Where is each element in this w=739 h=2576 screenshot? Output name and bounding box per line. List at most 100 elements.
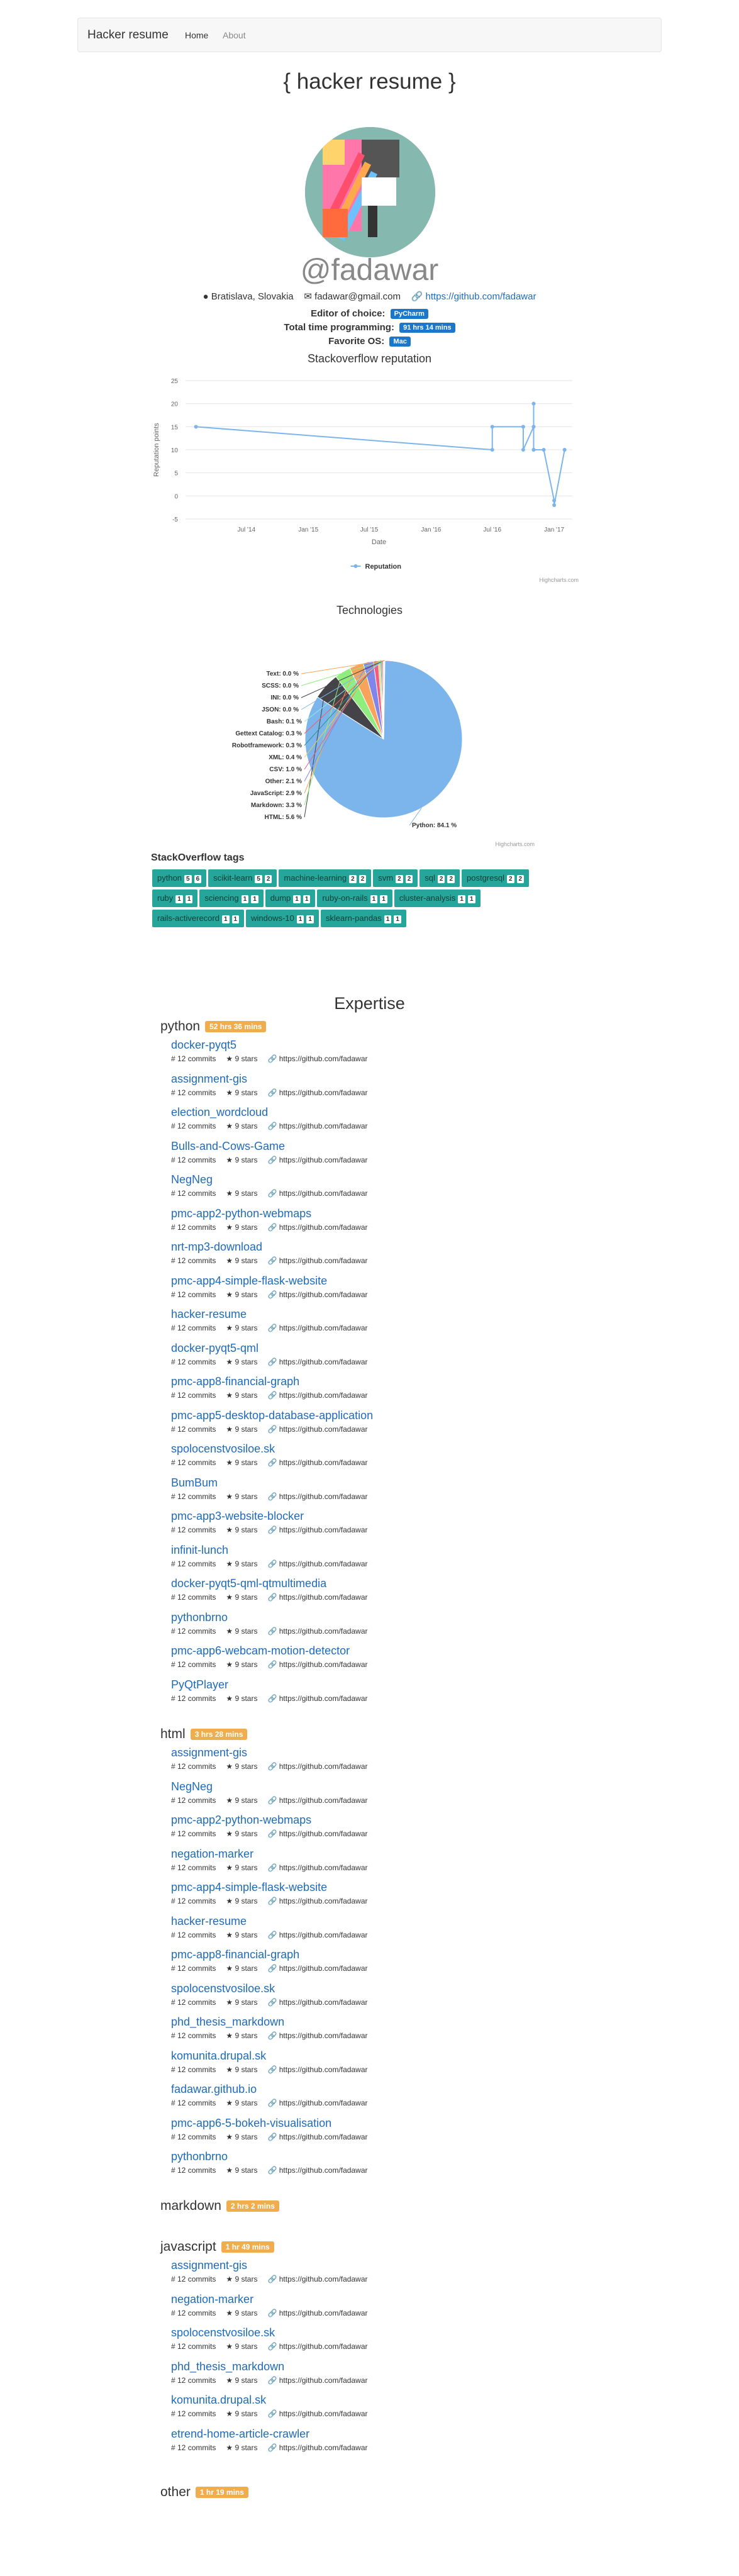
repo-url[interactable]: 🔗 https://github.com/fadawar [267, 1492, 367, 1501]
repo-url[interactable]: 🔗 https://github.com/fadawar [267, 1694, 367, 1703]
repo-url[interactable]: 🔗 https://github.com/fadawar [267, 1762, 367, 1771]
repo-url[interactable]: 🔗 https://github.com/fadawar [267, 1189, 367, 1198]
github-link[interactable]: https://github.com/fadawar [426, 291, 536, 302]
project-link[interactable]: pmc-app3-website-blocker [171, 1509, 378, 1523]
repo-url[interactable]: 🔗 https://github.com/fadawar [267, 2376, 367, 2385]
repo-url[interactable]: 🔗 https://github.com/fadawar [267, 1088, 367, 1097]
repo-url[interactable]: 🔗 https://github.com/fadawar [267, 1290, 367, 1299]
repo-url[interactable]: 🔗 https://github.com/fadawar [267, 2342, 367, 2351]
project-link[interactable]: BumBum [171, 1476, 378, 1490]
so-tag[interactable]: cluster-analysis 1 1 [394, 889, 481, 907]
project-link[interactable]: nrt-mp3-download [171, 1240, 378, 1254]
so-tag[interactable]: sql 2 2 [420, 869, 460, 887]
project-link[interactable]: pythonbrno [171, 1610, 378, 1624]
repo-url[interactable]: 🔗 https://github.com/fadawar [267, 2409, 367, 2418]
so-tag[interactable]: ruby-on-rails 1 1 [317, 889, 392, 907]
repo-url[interactable]: 🔗 https://github.com/fadawar [267, 2443, 367, 2452]
repo-url[interactable]: 🔗 https://github.com/fadawar [267, 1559, 367, 1568]
repo-url[interactable]: 🔗 https://github.com/fadawar [267, 1054, 367, 1063]
so-tag[interactable]: python 5 6 [152, 869, 207, 887]
repo-url[interactable]: 🔗 https://github.com/fadawar [267, 2309, 367, 2317]
repo-url[interactable]: 🔗 https://github.com/fadawar [267, 1660, 367, 1669]
repo-url[interactable]: 🔗 https://github.com/fadawar [267, 1931, 367, 1939]
repo-url[interactable]: 🔗 https://github.com/fadawar [267, 1796, 367, 1805]
project-link[interactable]: negation-marker [171, 2292, 378, 2306]
repo-url[interactable]: 🔗 https://github.com/fadawar [267, 1863, 367, 1872]
project-link[interactable]: pmc-app8-financial-graph [171, 1948, 378, 1961]
project-link[interactable]: etrend-home-article-crawler [171, 2427, 378, 2441]
so-tag[interactable]: scikit-learn 5 2 [208, 869, 277, 887]
repo-url[interactable]: 🔗 https://github.com/fadawar [267, 1458, 367, 1467]
so-tag[interactable]: dump 1 1 [265, 889, 316, 907]
project-link[interactable]: spolocenstvosiloe.sk [171, 2326, 378, 2339]
repo-url[interactable]: 🔗 https://github.com/fadawar [267, 1593, 367, 1602]
project-link[interactable]: negation-marker [171, 1847, 378, 1861]
nav-home-link[interactable]: Home [185, 30, 208, 40]
repo-url[interactable]: 🔗 https://github.com/fadawar [267, 2099, 367, 2107]
repo-url[interactable]: 🔗 https://github.com/fadawar [267, 2065, 367, 2074]
project-link[interactable]: pmc-app2-python-webmaps [171, 1207, 378, 1220]
project-link[interactable]: pmc-app5-desktop-database-application [171, 1408, 378, 1422]
repo-url[interactable]: 🔗 https://github.com/fadawar [267, 1358, 367, 1366]
project-link[interactable]: komunita.drupal.sk [171, 2049, 378, 2063]
repo-url[interactable]: 🔗 https://github.com/fadawar [267, 1122, 367, 1130]
project-link[interactable]: pythonbrno [171, 2149, 378, 2163]
repo-url[interactable]: 🔗 https://github.com/fadawar [267, 1425, 367, 1434]
project-link[interactable]: pmc-app4-simple-flask-website [171, 1274, 378, 1288]
repo-url[interactable]: 🔗 https://github.com/fadawar [267, 1829, 367, 1838]
nav-about-link[interactable]: About [223, 30, 246, 40]
repo-url[interactable]: 🔗 https://github.com/fadawar [267, 1525, 367, 1534]
repo-url[interactable]: 🔗 https://github.com/fadawar [267, 1627, 367, 1636]
repo-url[interactable]: 🔗 https://github.com/fadawar [267, 2031, 367, 2040]
project-link[interactable]: election_wordcloud [171, 1105, 378, 1119]
project-link[interactable]: Bulls-and-Cows-Game [171, 1139, 378, 1153]
project-link[interactable]: assignment-gis [171, 2258, 378, 2272]
repo-url[interactable]: 🔗 https://github.com/fadawar [267, 1391, 367, 1400]
project-link[interactable]: fadawar.github.io [171, 2082, 378, 2096]
repo-url[interactable]: 🔗 https://github.com/fadawar [267, 1156, 367, 1164]
project-link[interactable]: phd_thesis_markdown [171, 2360, 378, 2373]
project-link[interactable]: hacker-resume [171, 1914, 378, 1928]
project-link[interactable]: NegNeg [171, 1173, 378, 1186]
so-tag[interactable]: rails-activerecord 1 1 [152, 910, 245, 927]
project-link[interactable]: docker-pyqt5 [171, 1038, 378, 1052]
repo-url[interactable]: 🔗 https://github.com/fadawar [267, 1964, 367, 1973]
project-link[interactable]: assignment-gis [171, 1072, 378, 1086]
repo-url[interactable]: 🔗 https://github.com/fadawar [267, 2275, 367, 2283]
project-link[interactable]: docker-pyqt5-qml [171, 1341, 378, 1355]
project-link[interactable]: NegNeg [171, 1780, 378, 1793]
project-link[interactable]: docker-pyqt5-qml-qtmultimedia [171, 1576, 378, 1590]
project-link[interactable]: hacker-resume [171, 1307, 378, 1321]
project-link[interactable]: pmc-app4-simple-flask-website [171, 1880, 378, 1894]
repo-url[interactable]: 🔗 https://github.com/fadawar [267, 1223, 367, 1232]
project-link[interactable]: infinit-lunch [171, 1543, 378, 1557]
so-tag[interactable]: svm 2 2 [373, 869, 418, 887]
so-tag-count-a: 5 [184, 875, 192, 883]
project-link[interactable]: pmc-app8-financial-graph [171, 1374, 378, 1388]
project-link[interactable]: pmc-app6-5-bokeh-visualisation [171, 2116, 378, 2130]
project-meta: # 12 commits ★ 9 stars 🔗 https://github.co… [171, 1694, 378, 1703]
repo-url[interactable]: 🔗 https://github.com/fadawar [267, 1998, 367, 2007]
repo-url[interactable]: 🔗 https://github.com/fadawar [267, 2166, 367, 2175]
project-link[interactable]: spolocenstvosiloe.sk [171, 1442, 378, 1456]
repo-url[interactable]: 🔗 https://github.com/fadawar [267, 1324, 367, 1332]
repo-url[interactable]: 🔗 https://github.com/fadawar [267, 1256, 367, 1265]
repo-url[interactable]: 🔗 https://github.com/fadawar [267, 2133, 367, 2141]
so-tag[interactable]: ruby 1 1 [152, 889, 198, 907]
stars-count: ★ 9 stars [226, 2132, 258, 2141]
repo-url[interactable]: 🔗 https://github.com/fadawar [267, 1897, 367, 1905]
project-link[interactable]: komunita.drupal.sk [171, 2393, 378, 2407]
project-link[interactable]: phd_thesis_markdown [171, 2015, 378, 2029]
project-link[interactable]: assignment-gis [171, 1746, 378, 1759]
so-tag[interactable]: machine-learning 2 2 [279, 869, 372, 887]
so-tag[interactable]: sklearn-pandas 1 1 [320, 910, 406, 927]
so-tag[interactable]: windows-10 1 1 [246, 910, 319, 927]
so-tag-count-b: 1 [467, 895, 475, 903]
project-link[interactable]: PyQtPlayer [171, 1678, 378, 1692]
so-tag[interactable]: postgresql 2 2 [462, 869, 530, 887]
brand-link[interactable]: Hacker resume [87, 28, 169, 42]
project-link[interactable]: pmc-app6-webcam-motion-detector [171, 1644, 378, 1658]
project-link[interactable]: spolocenstvosiloe.sk [171, 1982, 378, 1995]
project-link[interactable]: pmc-app2-python-webmaps [171, 1813, 378, 1827]
so-tag[interactable]: sciencing 1 1 [199, 889, 264, 907]
